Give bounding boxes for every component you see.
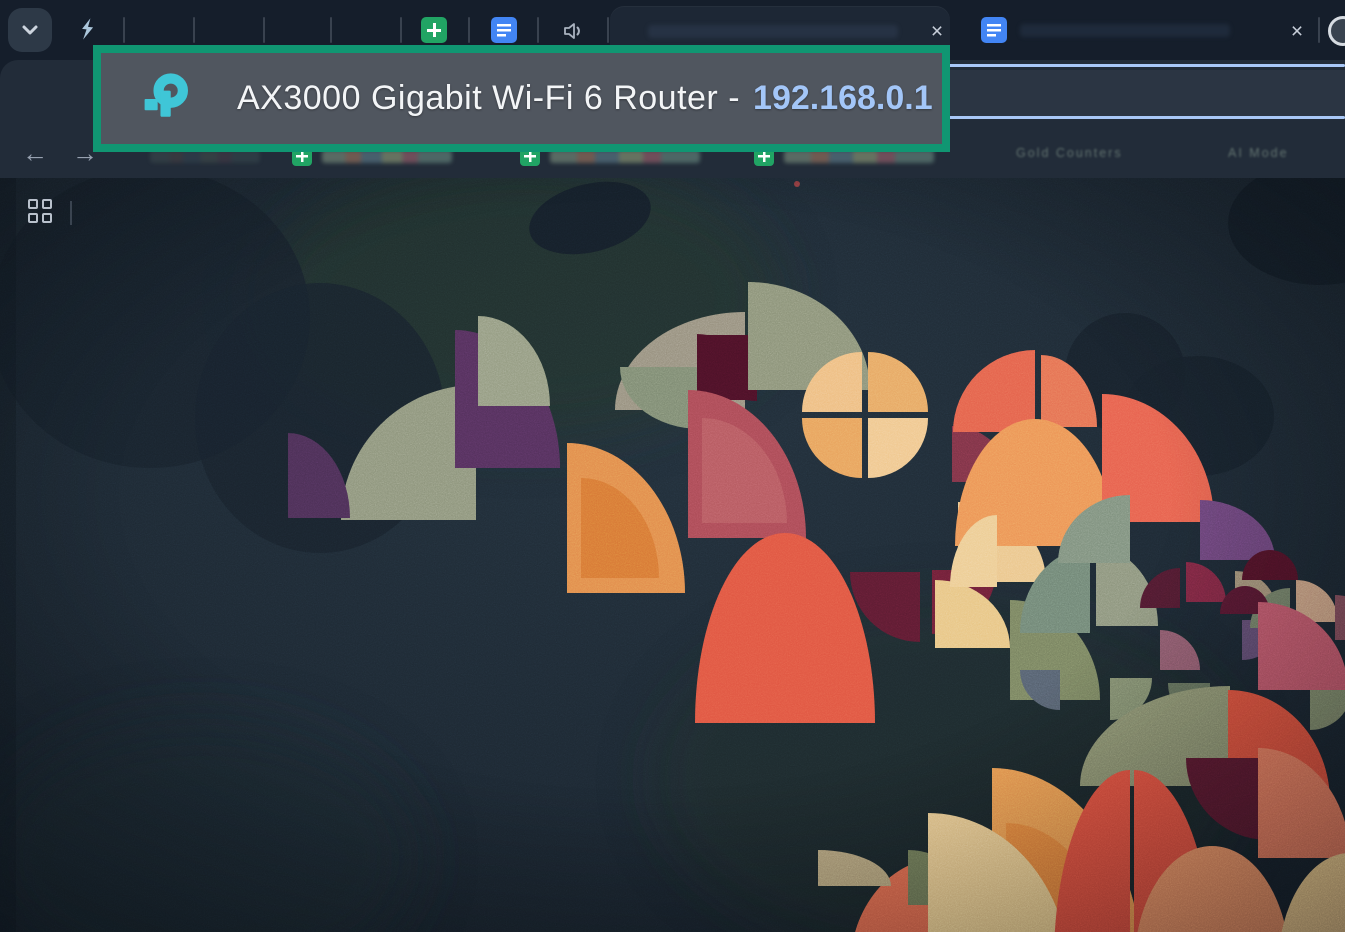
chevron-down-icon bbox=[17, 17, 43, 43]
tab-divider bbox=[607, 17, 609, 43]
grid-square bbox=[42, 213, 52, 223]
back-button[interactable]: ← bbox=[22, 140, 48, 166]
tooltip-ip-address: 192.168.0.1 bbox=[753, 79, 933, 118]
grid-square bbox=[42, 199, 52, 209]
tab-search-chevron-button[interactable] bbox=[8, 8, 52, 52]
tab-divider bbox=[263, 17, 265, 43]
bookmark-folder-label[interactable]: Gold Counters bbox=[1016, 146, 1176, 162]
tab-divider bbox=[193, 17, 195, 43]
tab-divider bbox=[330, 17, 332, 43]
close-tab-icon[interactable]: × bbox=[924, 19, 950, 45]
tab-sheets[interactable] bbox=[421, 17, 447, 43]
avatar[interactable] bbox=[1328, 16, 1345, 46]
tab-title-tooltip: AX3000 Gigabit Wi-Fi 6 Router - 192.168.… bbox=[93, 45, 950, 152]
bookmark-folder-label[interactable]: AI Mode bbox=[1228, 146, 1323, 162]
wallpaper-art bbox=[0, 178, 1345, 932]
grid-apps-icon[interactable] bbox=[28, 199, 52, 223]
bolt-icon bbox=[79, 17, 96, 40]
toolbar-divider bbox=[70, 201, 72, 225]
screen: { "tooltip": { "title_prefix": "AX3000 G… bbox=[0, 0, 1345, 932]
tab-divider bbox=[537, 17, 539, 43]
google-docs-icon bbox=[491, 17, 517, 43]
tp-link-logo-icon bbox=[139, 71, 195, 127]
grid-square bbox=[28, 213, 38, 223]
close-tab-icon[interactable]: × bbox=[1284, 19, 1310, 45]
tab-docs[interactable] bbox=[491, 17, 517, 43]
tab-audio[interactable] bbox=[561, 19, 585, 48]
tab-divider bbox=[468, 17, 470, 43]
tab-pinned-1[interactable] bbox=[80, 18, 95, 40]
tab-title-smudge bbox=[648, 25, 898, 38]
google-sheets-icon bbox=[421, 17, 447, 43]
tab-docs-2[interactable]: × bbox=[952, 6, 1318, 60]
google-docs-icon bbox=[981, 17, 1007, 43]
tooltip-title: AX3000 Gigabit Wi-Fi 6 Router - bbox=[237, 79, 740, 118]
speaker-icon bbox=[561, 19, 585, 43]
tab-title-smudge bbox=[1020, 24, 1230, 37]
grid-square bbox=[28, 199, 38, 209]
tab-divider bbox=[123, 17, 125, 43]
tab-divider bbox=[1318, 17, 1320, 43]
tab-divider bbox=[400, 17, 402, 43]
